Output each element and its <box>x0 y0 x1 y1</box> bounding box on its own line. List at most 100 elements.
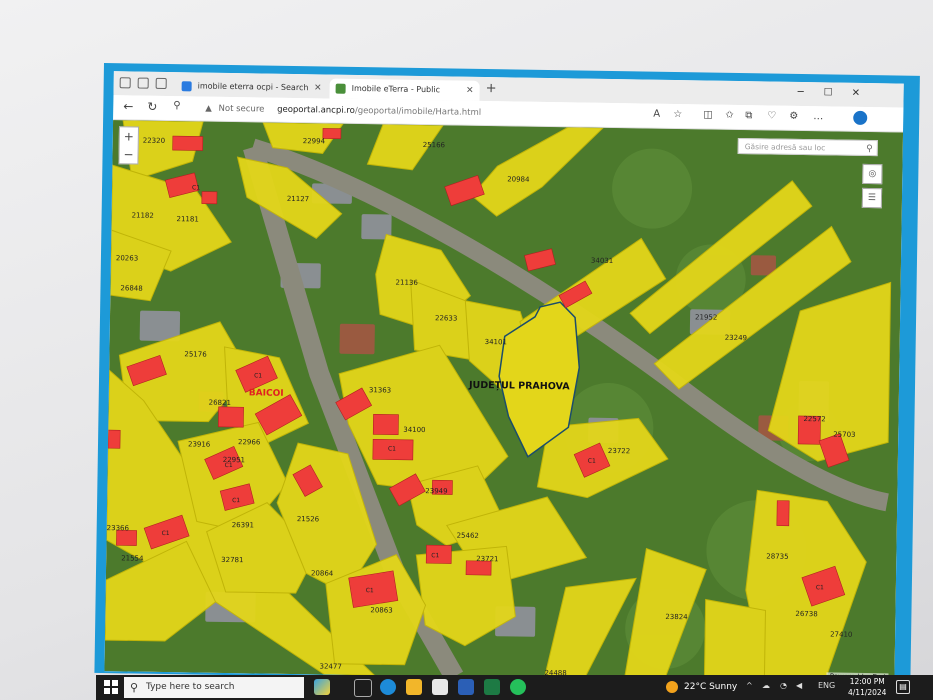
parcel-label: 21182 <box>132 211 154 219</box>
favorites-icon[interactable]: ✩ <box>725 110 734 121</box>
minimize-button[interactable]: ─ <box>798 87 804 98</box>
parcel-label: 31363 <box>369 386 391 394</box>
basemap-toggle-icon[interactable]: ◎ <box>862 163 883 185</box>
more-menu-icon[interactable]: … <box>813 111 823 122</box>
address-input[interactable]: ▲ Not secure geoportal.ancpi.ro/geoporta… <box>205 100 675 125</box>
new-tab-button[interactable]: + <box>486 81 497 96</box>
map-viewer[interactable]: 22994 25166 21127 20984 21182 21181 2026… <box>104 120 904 684</box>
back-arrow-icon[interactable]: ← <box>123 99 133 113</box>
close-tab-icon[interactable]: ✕ <box>314 78 322 98</box>
locality-label: BAICOI <box>249 388 284 399</box>
maximize-button[interactable]: ☐ <box>824 87 833 98</box>
parcel-label: 25166 <box>423 141 446 149</box>
parcel-label: 23366 <box>107 524 130 532</box>
split-screen-icon[interactable]: ◫ <box>703 109 713 120</box>
search-icon[interactable]: ⚲ <box>173 100 181 111</box>
search-icon[interactable]: ⚲ <box>866 141 873 157</box>
word-icon[interactable] <box>458 679 474 695</box>
sun-icon <box>666 681 678 693</box>
parcel-label: 25462 <box>457 532 479 540</box>
map-canvas: 22994 25166 21127 20984 21182 21181 2026… <box>104 120 904 684</box>
parcel-label: 21952 <box>695 313 717 321</box>
building-label: C1 <box>225 462 233 469</box>
parcel-label: 32781 <box>221 556 243 564</box>
warning-icon: ▲ <box>205 103 212 114</box>
read-aloud-icon[interactable]: A <box>653 109 660 120</box>
parcel-label: 32477 <box>319 662 341 670</box>
weather-text: 22°C Sunny <box>684 682 738 692</box>
parcel-label: 23249 <box>725 334 747 342</box>
taskbar-search-placeholder: Type here to search <box>146 682 235 692</box>
store-icon[interactable] <box>432 679 448 695</box>
parcel-label: 21554 <box>121 554 144 562</box>
tab-actions-icon[interactable] <box>155 77 167 89</box>
profile-icon[interactable] <box>119 77 131 89</box>
parcel-label: 22572 <box>803 415 825 423</box>
chevron-up-icon[interactable]: ^ <box>746 681 753 690</box>
task-view-icon[interactable] <box>354 679 372 697</box>
parcel-label: 26848 <box>120 284 142 292</box>
browser-essentials-icon[interactable]: ♡ <box>767 110 776 121</box>
parcel-label: 22633 <box>435 314 457 322</box>
bing-icon <box>181 81 192 92</box>
layer-list-icon[interactable]: ☰ <box>861 187 883 209</box>
parcel-label: 22994 <box>303 137 326 145</box>
parcel-label: 34101 <box>485 338 507 346</box>
map-search-input[interactable]: Găsire adresă sau loc ⚲ <box>737 137 878 157</box>
parcel-label: 21526 <box>297 515 320 523</box>
excel-icon[interactable] <box>484 679 500 695</box>
extensions-icon[interactable]: ⚙ <box>789 111 798 122</box>
parcel-label: 22320 <box>143 137 165 145</box>
system-clock[interactable]: 12:00 PM 4/11/2024 <box>848 676 886 698</box>
parcel-label: 26738 <box>795 610 817 618</box>
building-label: C1 <box>366 587 374 594</box>
taskbar: ⚲ Type here to search 22°C Sunny ^ ☁ ◔ ◀… <box>96 675 933 700</box>
network-icon[interactable]: ◔ <box>780 681 787 690</box>
cloud-icon[interactable]: ☁ <box>762 681 770 690</box>
favorite-star-icon[interactable]: ☆ <box>673 109 682 120</box>
parcel-label: 20863 <box>370 606 392 614</box>
refresh-icon[interactable]: ↻ <box>147 100 157 114</box>
parcel-label: 23721 <box>476 555 498 563</box>
tab-label: imobile eterra ocpi - Search <box>197 81 309 93</box>
site-favicon-icon <box>335 83 346 94</box>
county-label: JUDEȚUL PRAHOVA <box>468 380 570 393</box>
parcel-label: 21136 <box>396 279 419 287</box>
zoom-out-button[interactable]: − <box>119 145 137 163</box>
widgets-icon[interactable] <box>314 679 330 695</box>
close-tab-icon[interactable]: ✕ <box>466 81 474 101</box>
taskbar-search-input[interactable]: ⚲ Type here to search <box>124 677 304 698</box>
file-explorer-icon[interactable] <box>406 679 422 695</box>
building-label: C1 <box>388 446 396 453</box>
notifications-icon[interactable]: ▤ <box>896 680 910 694</box>
weather-widget[interactable]: 22°C Sunny <box>666 679 737 695</box>
tab-search[interactable]: imobile eterra ocpi - Search ✕ <box>175 76 327 98</box>
tab-label: Imobile eTerra - Public <box>351 83 441 95</box>
clock-time: 12:00 PM <box>849 677 885 686</box>
collections-icon[interactable] <box>137 77 149 89</box>
zoom-in-button[interactable]: + <box>120 127 138 145</box>
close-window-button[interactable]: ✕ <box>852 88 861 99</box>
volume-icon[interactable]: ◀ <box>796 681 802 690</box>
browser-window: imobile eterra ocpi - Search ✕ Imobile e… <box>104 71 904 684</box>
parcel-label: 25703 <box>833 431 855 439</box>
parcel-label: 26391 <box>232 521 254 529</box>
clock-date: 4/11/2024 <box>848 688 887 697</box>
collections-icon[interactable]: ⧉ <box>745 110 752 121</box>
parcel-label: 22966 <box>238 438 261 446</box>
parcel-label: 20864 <box>311 569 334 577</box>
building-label: C1 <box>816 584 824 591</box>
language-indicator[interactable]: ENG <box>818 681 835 690</box>
security-label: Not secure <box>218 103 265 115</box>
map-search-placeholder: Găsire adresă sau loc <box>744 142 826 153</box>
whatsapp-icon[interactable] <box>510 679 526 695</box>
edge-icon[interactable] <box>380 679 396 695</box>
windows-start-icon[interactable] <box>104 680 118 694</box>
parcel-label: 34031 <box>591 257 613 265</box>
building-label: C1 <box>162 530 170 537</box>
monitor-screen: imobile eterra ocpi - Search ✕ Imobile e… <box>94 63 920 686</box>
url-host: geoportal.ancpi.ro <box>277 104 355 116</box>
parcel-label: 20263 <box>116 254 138 262</box>
tab-eterra[interactable]: Imobile eTerra - Public ✕ <box>329 78 480 101</box>
parcel-label: 34100 <box>403 426 425 434</box>
